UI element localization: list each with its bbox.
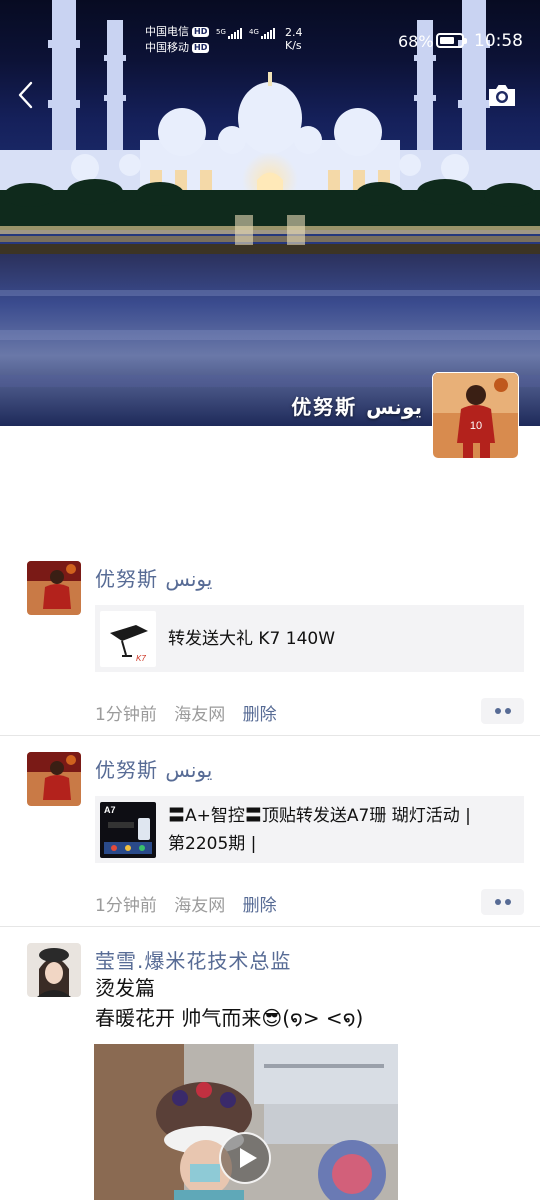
svg-text:A7: A7 (104, 805, 116, 815)
coral-lamp-ad-image: A7 (100, 801, 156, 858)
mosque-night-image (0, 0, 540, 426)
delete-button[interactable]: 删除 (243, 896, 277, 916)
author-avatar[interactable] (27, 752, 81, 806)
link-title: 转发送大礼 K7 140W (168, 628, 336, 649)
profile-avatar[interactable]: 10 (432, 372, 519, 459)
carrier-2-label: 中国移动 (145, 41, 189, 54)
post-text: 烫发篇 (95, 976, 155, 1000)
link-title: 〓A+智控〓顶贴转发送A7珊 瑚灯活动 | 第2205期 | (168, 805, 471, 854)
more-actions-button[interactable] (481, 889, 524, 915)
carrier-info: 中国电信 HD 中国移动 HD (145, 24, 210, 56)
battery-icon (436, 33, 467, 48)
svg-text:K7: K7 (136, 654, 146, 663)
link-thumbnail: A7 (100, 801, 156, 858)
signal-5g-icon: 5G (216, 28, 242, 39)
author-name-link[interactable]: 莹雪.爆米花技术总监 (95, 945, 291, 974)
post-source: 海友网 (174, 705, 226, 725)
post-time: 1分钟前 (95, 896, 157, 916)
play-button[interactable] (219, 1132, 271, 1184)
dot-icon (504, 899, 511, 905)
post-meta: 1分钟前 海友网 删除 (95, 891, 289, 916)
shared-link-card[interactable]: K7 转发送大礼 K7 140W (95, 605, 524, 672)
video-thumbnail[interactable] (94, 1044, 398, 1200)
battery-percent: 68% (398, 32, 434, 51)
woman-portrait-avatar (27, 943, 81, 997)
status-bar: 中国电信 HD 中国移动 HD 5G 4G 2.4 K/s 68% 10:58 (0, 22, 540, 62)
shared-link-card[interactable]: A7 〓A+智控〓顶贴转发送A7珊 瑚灯活动 | 第2205期 | (95, 796, 524, 863)
more-actions-button[interactable] (481, 698, 524, 724)
dot-icon (494, 899, 501, 905)
author-avatar[interactable] (27, 943, 81, 997)
signal-4g-icon: 4G (249, 28, 275, 39)
svg-text:10: 10 (470, 420, 482, 432)
link-thumbnail: K7 (100, 610, 156, 667)
dot-icon (494, 708, 501, 714)
delete-button[interactable]: 删除 (243, 705, 277, 725)
profile-name: 优努斯 يونس (291, 395, 422, 419)
back-button[interactable] (12, 78, 42, 112)
camera-icon (489, 85, 515, 106)
hd-badge: HD (192, 27, 210, 37)
basketball-player-avatar (27, 752, 81, 806)
author-avatar[interactable] (27, 561, 81, 615)
divider (0, 926, 540, 927)
basketball-player-avatar: 10 (433, 373, 518, 458)
divider (0, 735, 540, 736)
post-text: 春暖花开 帅气而来😎(໑> <໑) (95, 1006, 364, 1030)
camera-button[interactable] (485, 80, 519, 110)
author-name-link[interactable]: 优努斯 يونس (95, 754, 212, 783)
network-speed: 2.4 K/s (285, 26, 303, 52)
carrier-1-label: 中国电信 (145, 25, 189, 38)
post-source: 海友网 (174, 896, 226, 916)
dot-icon (504, 708, 511, 714)
author-name-link[interactable]: 优努斯 يونس (95, 563, 212, 592)
post-meta: 1分钟前 海友网 删除 (95, 700, 289, 725)
status-time: 10:58 (474, 31, 523, 51)
hd-badge: HD (192, 43, 210, 53)
cover-photo[interactable]: 中国电信 HD 中国移动 HD 5G 4G 2.4 K/s 68% 10:58 (0, 0, 540, 426)
aquarium-lamp-image: K7 (100, 610, 156, 667)
battery-level-fill (440, 37, 454, 44)
chevron-left-icon (18, 81, 33, 109)
post-time: 1分钟前 (95, 705, 157, 725)
basketball-player-avatar (27, 561, 81, 615)
